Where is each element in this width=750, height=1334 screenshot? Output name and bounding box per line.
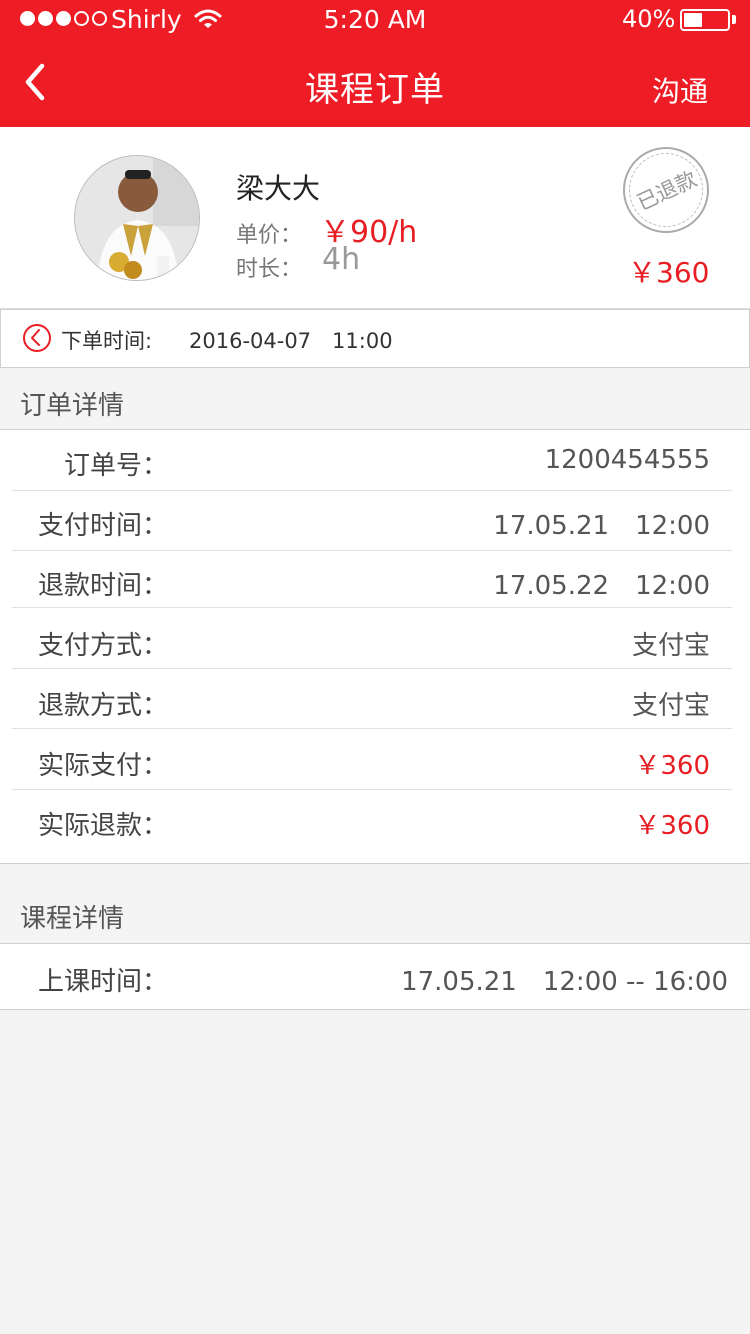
- payment-method-row: 支付方式： 支付宝: [12, 610, 732, 670]
- order-number-row: 订单号： 1200454555: [12, 430, 732, 490]
- row-label: 退款方式：: [38, 691, 169, 721]
- coach-profile-card: 梁大大 单价： ￥90/h 时长： 4h 已退款 ￥360: [0, 127, 750, 309]
- clock-icon: [21, 322, 53, 358]
- row-label: 实际支付：: [38, 751, 169, 781]
- row-value: ￥360: [634, 751, 710, 781]
- row-label: 退款时间：: [38, 571, 169, 601]
- actual-refund-row: 实际退款： ￥360: [12, 790, 732, 850]
- row-label: 上课时间：: [38, 967, 169, 997]
- row-value: 17.05.21 12:00 -- 16:00: [401, 967, 728, 997]
- payment-time-row: 支付时间： 17.05.21 12:00: [12, 490, 732, 550]
- duration-label: 时长：: [236, 257, 303, 282]
- row-value: ￥360: [634, 811, 710, 841]
- refunded-stamp: 已退款: [623, 147, 709, 233]
- order-time-value: 2016-04-07 11:00: [189, 329, 393, 353]
- refund-method-row: 退款方式： 支付宝: [12, 670, 732, 730]
- order-time-label: 下单时间:: [61, 329, 153, 353]
- chat-button[interactable]: 沟通: [652, 70, 708, 110]
- coach-name: 梁大大: [236, 172, 321, 205]
- row-value: 支付宝: [631, 691, 710, 721]
- row-value: 支付宝: [631, 631, 710, 661]
- row-label: 支付方式：: [38, 631, 169, 661]
- duration-value: 4h: [322, 242, 361, 277]
- stamp-text: 已退款: [632, 166, 701, 216]
- divider: [12, 668, 732, 669]
- refund-time-row: 退款时间： 17.05.22 12:00: [12, 550, 732, 610]
- unit-price-label: 单价：: [236, 223, 303, 248]
- row-value: 17.05.22 12:00: [493, 571, 710, 601]
- order-details-list: 订单号： 1200454555 支付时间： 17.05.21 12:00 退款时…: [0, 429, 750, 864]
- row-label: 支付时间：: [38, 511, 169, 541]
- row-value: 1200454555: [544, 445, 710, 475]
- row-label: 实际退款：: [38, 811, 169, 841]
- order-details-title: 订单详情: [20, 391, 125, 421]
- avatar[interactable]: [74, 155, 200, 281]
- class-time-row: 上课时间： 17.05.21 12:00 -- 16:00: [12, 946, 750, 1006]
- page-title: 课程订单: [305, 70, 445, 110]
- order-time-bar: 下单时间: 2016-04-07 11:00: [0, 309, 750, 368]
- divider: [12, 607, 732, 608]
- total-price: ￥360: [628, 256, 710, 289]
- status-bar: Shirly 5:20 AM 40%: [0, 0, 750, 42]
- course-details-list: 上课时间： 17.05.21 12:00 -- 16:00: [0, 943, 750, 1010]
- header-bar: Shirly 5:20 AM 40% 课程订单 沟通: [0, 0, 750, 127]
- row-value: 17.05.21 12:00: [493, 511, 710, 541]
- actual-payment-row: 实际支付： ￥360: [12, 730, 732, 790]
- divider: [12, 728, 732, 729]
- battery-icon: [680, 9, 730, 31]
- battery-percentage: 40%: [622, 5, 676, 33]
- row-label: 订单号：: [38, 451, 169, 481]
- battery-tip: [732, 15, 736, 24]
- course-details-title: 课程详情: [20, 904, 125, 934]
